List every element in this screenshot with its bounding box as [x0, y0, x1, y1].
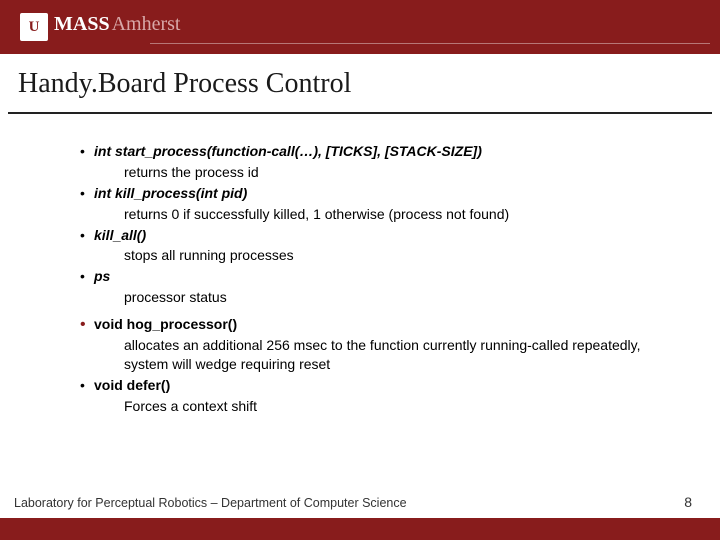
function-description: Forces a context shift: [80, 397, 680, 416]
logo-u-icon: U: [20, 13, 48, 41]
function-description: processor status: [80, 288, 680, 307]
function-signature: kill_all(): [94, 227, 146, 243]
list-item: void defer(): [80, 376, 680, 395]
header-rule: [150, 43, 710, 44]
function-description: returns 0 if successfully killed, 1 othe…: [80, 205, 680, 224]
header-bar: U MASS Amherst: [0, 0, 720, 54]
function-signature: void hog_processor(): [94, 316, 237, 332]
list-item: int kill_process(int pid): [80, 184, 680, 203]
slide-title: Handy.Board Process Control: [18, 68, 720, 100]
footer-bar: [0, 518, 720, 540]
list-item: kill_all(): [80, 226, 680, 245]
list-item: ps: [80, 267, 680, 286]
function-signature: int start_process(function-call(…), [TIC…: [94, 143, 482, 159]
title-area: Handy.Board Process Control: [0, 54, 720, 106]
list-item: void hog_processor(): [80, 315, 680, 334]
content-body: int start_process(function-call(…), [TIC…: [0, 114, 720, 416]
function-description: returns the process id: [80, 163, 680, 182]
footer-label: Laboratory for Perceptual Robotics – Dep…: [0, 496, 720, 518]
second-group: void hog_processor() allocates an additi…: [80, 315, 680, 415]
logo-amherst-text: Amherst: [112, 13, 181, 36]
logo-mass-text: MASS: [54, 13, 110, 36]
function-signature: ps: [94, 268, 110, 284]
function-signature: void defer(): [94, 377, 170, 393]
list-item: int start_process(function-call(…), [TIC…: [80, 142, 680, 161]
function-description: stops all running processes: [80, 246, 680, 265]
umass-logo: U MASS Amherst: [20, 13, 180, 41]
function-signature: int kill_process(int pid): [94, 185, 247, 201]
footer: Laboratory for Perceptual Robotics – Dep…: [0, 496, 720, 540]
function-description: allocates an additional 256 msec to the …: [80, 336, 680, 374]
